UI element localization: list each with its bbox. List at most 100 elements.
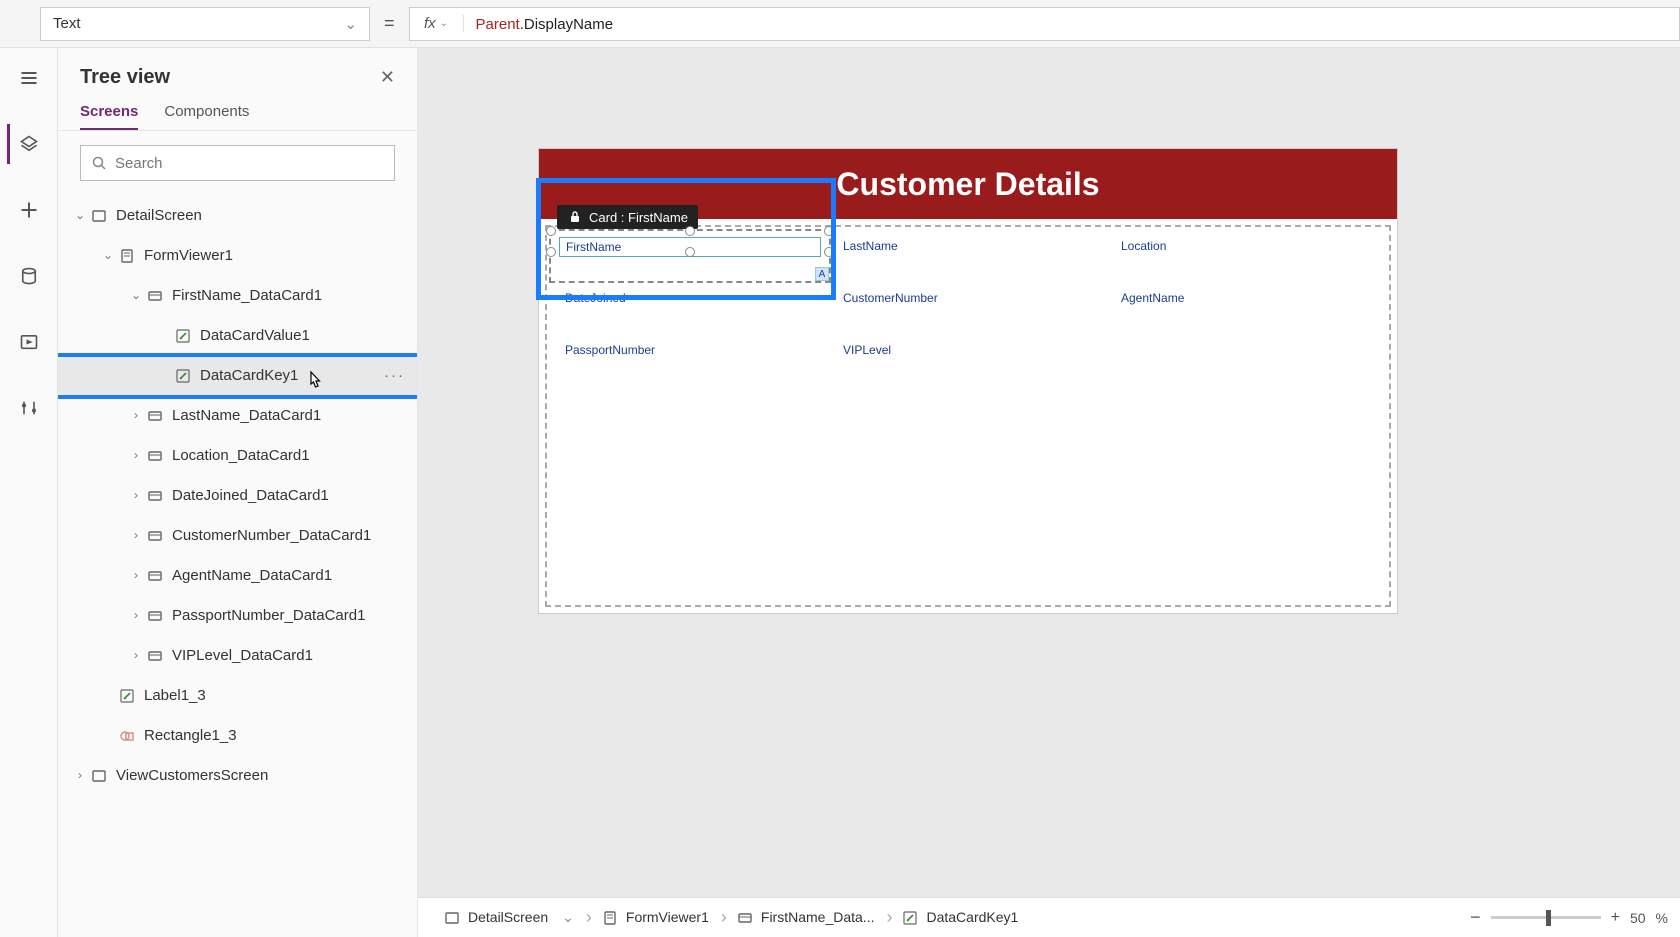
search-field[interactable]: [115, 155, 384, 172]
resize-handle[interactable]: [546, 226, 556, 236]
datacard-field[interactable]: PassportNumber: [553, 337, 827, 385]
tree-item[interactable]: › DateJoined_DataCard1: [58, 475, 417, 515]
datacard-field[interactable]: LastName: [831, 233, 1105, 281]
tree-item-label: Rectangle1_3: [144, 727, 237, 744]
datacard-field[interactable]: DateJoined: [553, 285, 827, 333]
chevron-icon[interactable]: ›: [128, 608, 144, 622]
chevron-down-icon[interactable]: ⌄: [562, 909, 574, 926]
breadcrumb-label: FormViewer1: [626, 909, 709, 925]
breadcrumb-bar: DetailScreen ⌄ FormViewer1 FirstName_Data..…: [418, 897, 1680, 937]
tree-list[interactable]: ⌄ DetailScreen ⌄ FormViewer1 ⌄FirstName_Data…: [58, 195, 417, 937]
tree-item[interactable]: › ViewCustomersScreen: [58, 755, 417, 795]
shape-icon: [116, 726, 138, 743]
tree-view-icon[interactable]: [7, 124, 47, 164]
resize-handle[interactable]: [546, 247, 556, 257]
formula-bar[interactable]: fx⌄ Parent.DisplayName: [409, 7, 1680, 41]
tree-item-label: DateJoined_DataCard1: [172, 487, 329, 504]
datacard-field[interactable]: CustomerNumber: [831, 285, 1105, 333]
chevron-down-icon: ⌄: [440, 18, 448, 29]
card-icon: [144, 606, 166, 623]
datacard-field[interactable]: VIPLevel: [831, 337, 1105, 385]
data-icon[interactable]: [9, 256, 49, 296]
settings-icon[interactable]: [9, 388, 49, 428]
canvas[interactable]: Customer Details Card : FirstName FirstN…: [418, 48, 1680, 897]
media-icon[interactable]: [9, 322, 49, 362]
zoom-controls: − + 50 %: [1470, 907, 1668, 928]
zoom-percent: %: [1656, 910, 1668, 926]
lock-icon: [567, 209, 583, 225]
tree-item[interactable]: › VIPLevel_DataCard1: [58, 635, 417, 675]
tab-components[interactable]: Components: [164, 95, 249, 130]
tree-item-label: PassportNumber_DataCard1: [172, 607, 365, 624]
tree-item[interactable]: ›Location_DataCard1: [58, 435, 417, 475]
hamburger-icon[interactable]: [9, 58, 49, 98]
breadcrumb-label: DetailScreen: [468, 909, 548, 925]
tree-item[interactable]: › PassportNumber_DataCard1: [58, 595, 417, 635]
resize-handle[interactable]: [685, 247, 695, 257]
formula-text[interactable]: Parent.DisplayName: [464, 15, 626, 33]
tree-item[interactable]: › CustomerNumber_DataCard1: [58, 515, 417, 555]
breadcrumb-item[interactable]: FirstName_Data...: [723, 909, 889, 926]
chevron-icon[interactable]: ›: [128, 488, 144, 502]
chevron-icon[interactable]: ⌄: [100, 248, 116, 262]
chevron-icon[interactable]: ⌄: [128, 288, 144, 302]
tree-tabs: Screens Components: [58, 95, 417, 131]
resize-handle[interactable]: [824, 226, 834, 236]
tab-screens[interactable]: Screens: [80, 95, 138, 130]
card-icon: [144, 566, 166, 583]
chevron-icon[interactable]: ›: [128, 648, 144, 662]
property-dropdown[interactable]: Text ⌄: [40, 7, 370, 41]
screen-preview[interactable]: Customer Details Card : FirstName FirstN…: [538, 148, 1398, 614]
breadcrumb-item[interactable]: DetailScreen ⌄: [430, 909, 588, 926]
datacard-field[interactable]: AgentName: [1109, 285, 1383, 333]
tree-item-label: DataCardValue1: [200, 327, 310, 344]
chevron-icon[interactable]: ›: [128, 528, 144, 542]
card-icon: [144, 486, 166, 503]
zoom-out-button[interactable]: −: [1470, 907, 1481, 928]
tree-item[interactable]: DataCardKey1···: [58, 355, 417, 395]
card-icon: [144, 646, 166, 663]
tree-item[interactable]: DataCardValue1: [58, 315, 417, 355]
tree-item-label: CustomerNumber_DataCard1: [172, 527, 371, 544]
tree-item-label: VIPLevel_DataCard1: [172, 647, 313, 664]
accessibility-badge: A: [815, 267, 829, 281]
tree-item[interactable]: ⌄ DetailScreen: [58, 195, 417, 235]
left-rail: [0, 48, 58, 937]
tree-item[interactable]: Label1_3: [58, 675, 417, 715]
datacard-field[interactable]: Location: [1109, 233, 1383, 281]
tree-item-label: ViewCustomersScreen: [116, 767, 268, 784]
chevron-icon[interactable]: ›: [128, 568, 144, 582]
chevron-icon[interactable]: ›: [128, 408, 144, 422]
chevron-icon[interactable]: ›: [72, 768, 88, 782]
tree-item[interactable]: ⌄FirstName_DataCard1: [58, 275, 417, 315]
selected-datacard[interactable]: Card : FirstName FirstName A: [549, 229, 831, 283]
search-input[interactable]: [80, 145, 395, 181]
more-icon[interactable]: ···: [384, 367, 405, 384]
card-icon: [144, 446, 166, 463]
chevron-icon[interactable]: ›: [128, 448, 144, 462]
screen-icon: [88, 206, 110, 223]
resize-handle[interactable]: [685, 226, 695, 236]
tree-item[interactable]: Rectangle1_3: [58, 715, 417, 755]
tree-item-label: FormViewer1: [144, 247, 233, 264]
zoom-in-button[interactable]: +: [1611, 909, 1620, 927]
edit-icon: [116, 686, 138, 703]
resize-handle[interactable]: [824, 247, 834, 257]
chevron-icon[interactable]: ⌄: [72, 208, 88, 222]
tree-item[interactable]: ›AgentName_DataCard1: [58, 555, 417, 595]
equals-sign: =: [384, 13, 395, 34]
form-viewer[interactable]: Card : FirstName FirstName A FirstName: [545, 225, 1391, 607]
zoom-value: 50: [1630, 910, 1646, 926]
zoom-slider[interactable]: [1491, 916, 1601, 919]
doc-icon: [602, 909, 618, 926]
canvas-area: Customer Details Card : FirstName FirstN…: [418, 48, 1680, 937]
tree-item[interactable]: ⌄ FormViewer1: [58, 235, 417, 275]
close-icon[interactable]: ✕: [380, 67, 395, 88]
tree-item[interactable]: ›LastName_DataCard1: [58, 395, 417, 435]
fx-label[interactable]: fx⌄: [410, 15, 464, 32]
tree-item-label: DetailScreen: [116, 207, 202, 224]
breadcrumb-item[interactable]: DataCardKey1: [888, 909, 1032, 926]
breadcrumb-item[interactable]: FormViewer1: [588, 909, 723, 926]
formula-bar-row: Text ⌄ = fx⌄ Parent.DisplayName: [0, 0, 1680, 48]
insert-icon[interactable]: [9, 190, 49, 230]
